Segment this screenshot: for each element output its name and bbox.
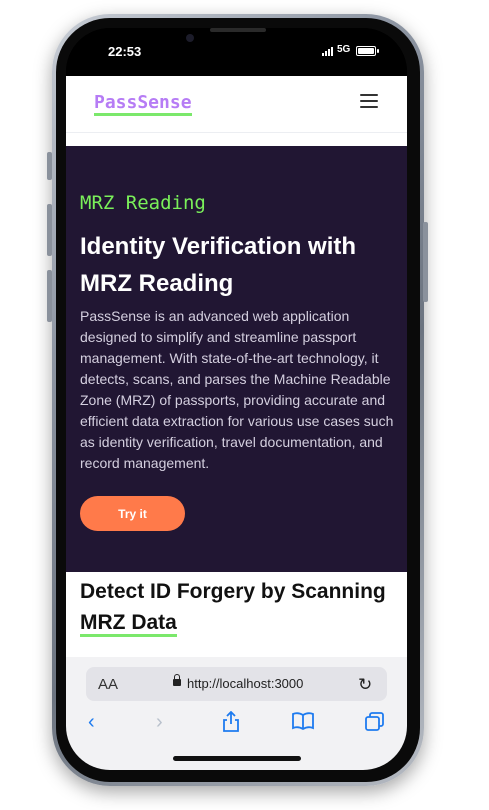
text-size-label: AA [98,676,119,693]
try-it-button[interactable]: Try it [80,496,185,531]
back-icon[interactable]: ‹ [88,711,95,734]
hero-eyebrow: MRZ Reading [80,192,206,214]
browser-chrome: AA http://localhost:3000 ↻ ‹ › [66,657,407,770]
signal-icon [322,47,333,56]
share-icon[interactable] [221,710,241,739]
text-size-button[interactable]: AA [98,676,118,693]
reload-icon[interactable]: ↻ [358,675,372,695]
volume-up-button [47,204,52,256]
section-title: Detect ID Forgery by Scanning MRZ Data [80,576,400,638]
menu-icon[interactable] [360,94,378,108]
lock-icon [173,674,181,686]
section-title-text: Detect ID Forgery by Scanning [80,580,386,603]
volume-down-button [47,270,52,322]
tabs-icon[interactable] [364,711,386,739]
speaker-grille [210,28,266,32]
address-bar[interactable]: AA http://localhost:3000 ↻ [86,667,387,701]
battery-icon [356,46,379,56]
hero-description: PassSense is an advanced web application… [80,308,394,471]
site-navbar: PassSense [66,76,407,133]
home-indicator[interactable] [173,756,301,761]
section-title-highlight: MRZ Data [80,611,177,637]
hero-section: MRZ Reading Identity Verification with M… [66,146,407,572]
status-bar: 22:53 5G [66,28,407,76]
mute-switch [47,152,52,180]
url-text[interactable]: http://localhost:3000 [187,676,303,691]
bookmarks-icon[interactable] [291,711,315,737]
phone-screen: 22:53 5G PassSense MRZ Reading Identity … [66,28,407,770]
forward-icon[interactable]: › [156,711,163,734]
browser-toolbar: ‹ › [66,709,407,739]
power-button [423,222,428,302]
web-page: PassSense MRZ Reading Identity Verificat… [66,76,407,663]
hero-headline: Identity Verification with MRZ Reading [80,233,357,297]
site-logo[interactable]: PassSense [94,94,192,116]
front-camera [186,34,194,42]
status-time: 22:53 [108,44,142,59]
network-type: 5G [337,44,351,55]
